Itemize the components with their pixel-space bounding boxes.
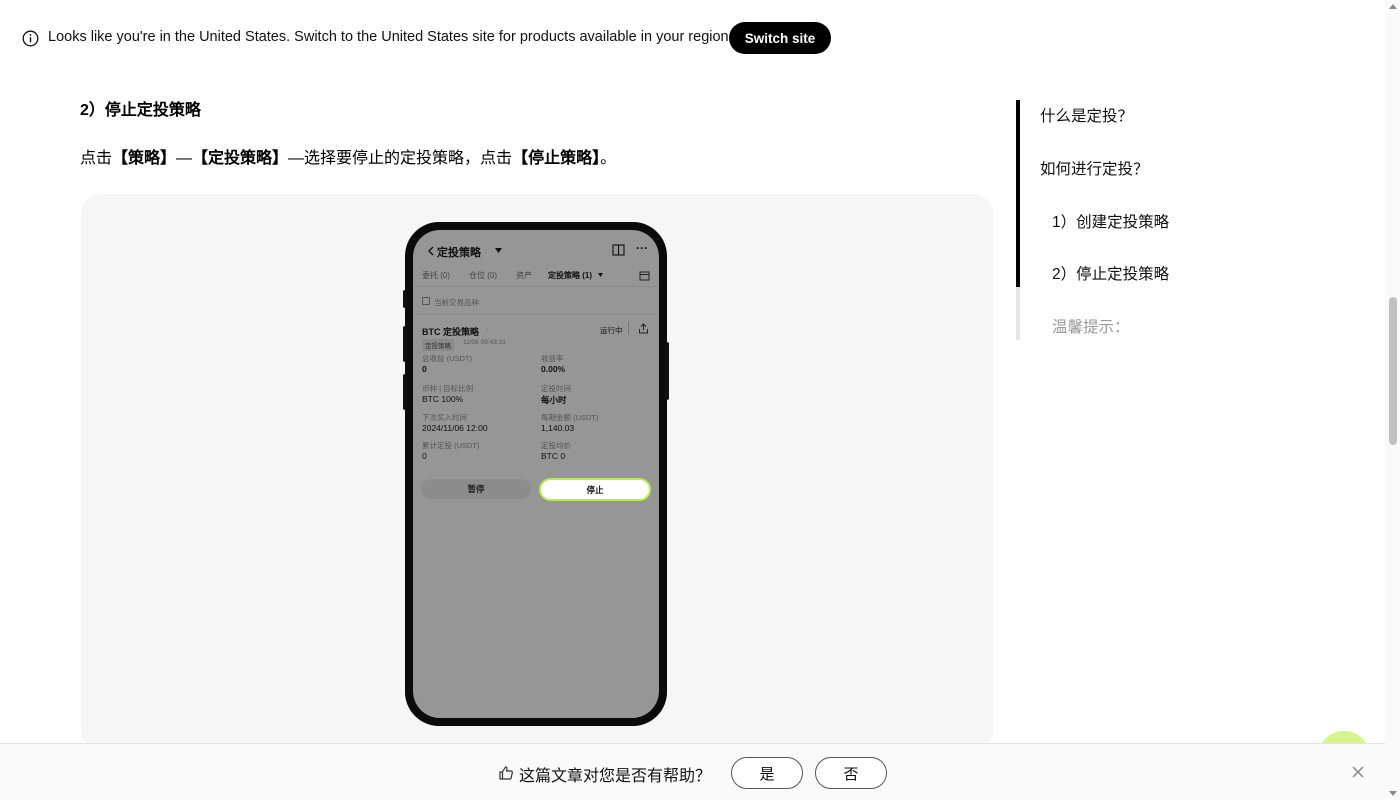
para-bold-dca: 【定投策略】 xyxy=(192,150,289,167)
instruction-paragraph: 点击【策略】—【定投策略】—选择要停止的定投策略，点击【停止策略】。 xyxy=(80,144,616,168)
para-bold-stop: 【停止策略】 xyxy=(512,150,601,167)
info-icon xyxy=(22,30,39,47)
chevron-right-icon: › xyxy=(486,325,489,334)
phone-title: 定投策略 xyxy=(437,247,481,259)
share-icon xyxy=(639,323,648,334)
field-label-avg-price: 定投均价 xyxy=(541,441,571,450)
created-time: 11/06 09:43:31 xyxy=(463,339,506,346)
field-label-total-pnl: 总收益 (USDT) xyxy=(422,354,472,363)
toc-item-how-to-dca[interactable]: 如何进行定投？ xyxy=(1040,157,1149,179)
phone-screen: 定投策略 ··· 委托 (0) 仓位 (0) 资产 定投策略 (1) 当前交易品… xyxy=(413,230,659,718)
tab-orders: 委托 (0) xyxy=(422,271,450,280)
checkbox-icon xyxy=(422,297,430,305)
page-scrollbar[interactable] xyxy=(1385,0,1400,800)
scrollbar-thumb[interactable] xyxy=(1389,297,1397,445)
para-text-1: 点击 xyxy=(80,150,113,167)
toc-item-what-is-dca[interactable]: 什么是定投？ xyxy=(1040,104,1133,126)
field-value-yield: 0.00% xyxy=(541,364,566,374)
toc-rail-progress xyxy=(1016,100,1020,287)
para-text-4: 。 xyxy=(600,150,617,167)
feedback-bar: 这篇文章对您是否有帮助？ 是 否 xyxy=(0,743,1385,800)
field-label-frequency: 定投时间 xyxy=(541,384,571,393)
thumbs-up-icon xyxy=(499,766,513,780)
filter-divider xyxy=(413,314,659,315)
tab-divider xyxy=(413,286,659,287)
status-divider xyxy=(628,322,629,334)
strategy-type-badge: 定投策略 xyxy=(422,339,454,351)
switch-site-button[interactable]: Switch site xyxy=(729,22,831,54)
field-value-amount: 1,140.03 xyxy=(541,423,575,433)
phone-volume-up xyxy=(403,326,407,362)
feedback-no-button[interactable]: 否 xyxy=(815,757,887,789)
field-value-next-buy: 2024/11/06 12:00 xyxy=(422,423,488,433)
scroll-down-arrow-icon[interactable] xyxy=(1389,791,1397,796)
book-icon xyxy=(612,244,625,256)
caret-down-icon xyxy=(598,273,603,277)
stop-button-highlighted: 停止 xyxy=(539,478,651,501)
field-value-avg-price: BTC 0 xyxy=(541,451,566,461)
toc-item-stop-strategy[interactable]: 2）停止定投策略 xyxy=(1052,262,1169,284)
field-value-frequency: 每小时 xyxy=(541,395,567,405)
tab-positions: 仓位 (0) xyxy=(469,271,497,280)
section-heading: 2）停止定投策略 xyxy=(80,102,201,119)
region-banner: Looks like you're in the United States. … xyxy=(0,0,1385,76)
close-icon[interactable] xyxy=(1351,765,1365,779)
toc-item-create-strategy[interactable]: 1）创建定投策略 xyxy=(1052,210,1169,232)
field-label-next-buy: 下次买入时间 xyxy=(422,413,467,422)
para-text-3: —选择要停止的定投策略，点击 xyxy=(288,150,513,167)
para-text-2: — xyxy=(176,150,193,167)
para-bold-strategy: 【策略】 xyxy=(112,150,177,167)
toc-item-tips[interactable]: 温馨提示： xyxy=(1052,315,1130,337)
caret-down-icon xyxy=(495,248,502,253)
table-of-contents: 什么是定投？ 如何进行定投？ 1）创建定投策略 2）停止定投策略 温馨提示： xyxy=(1016,100,1316,340)
feedback-yes-button[interactable]: 是 xyxy=(731,757,803,789)
phone-side-button xyxy=(403,290,407,308)
phone-power-button xyxy=(665,342,669,400)
phone-mockup: 定投策略 ··· 委托 (0) 仓位 (0) 资产 定投策略 (1) 当前交易品… xyxy=(403,222,669,726)
tab-dca-strategy: 定投策略 (1) xyxy=(548,271,592,280)
phone-volume-down xyxy=(403,374,407,410)
calendar-icon xyxy=(639,271,650,281)
status-badge: 运行中 xyxy=(600,326,623,335)
pause-button: 暂停 xyxy=(421,479,531,499)
region-message: Looks like you're in the United States. … xyxy=(48,29,733,45)
feedback-question: 这篇文章对您是否有帮助？ xyxy=(519,768,712,785)
field-label-cumulative: 累计定投 (USDT) xyxy=(422,441,480,450)
field-label-currency: 币种 | 目标比例 xyxy=(422,384,474,393)
tab-assets: 资产 xyxy=(516,271,532,280)
back-chevron-icon xyxy=(428,246,434,256)
more-icon: ··· xyxy=(636,241,648,255)
field-value-currency: BTC 100% xyxy=(422,394,464,404)
field-value-total-pnl: 0 xyxy=(422,364,427,374)
field-value-cumulative: 0 xyxy=(422,451,427,461)
field-label-yield: 收益率 xyxy=(541,354,564,363)
field-label-amount: 每期金额 (USDT) xyxy=(541,413,599,422)
scroll-up-arrow-icon[interactable] xyxy=(1389,4,1397,9)
strategy-name: BTC 定投策略 xyxy=(422,327,479,337)
filter-label: 当前交易品种 xyxy=(434,298,479,307)
